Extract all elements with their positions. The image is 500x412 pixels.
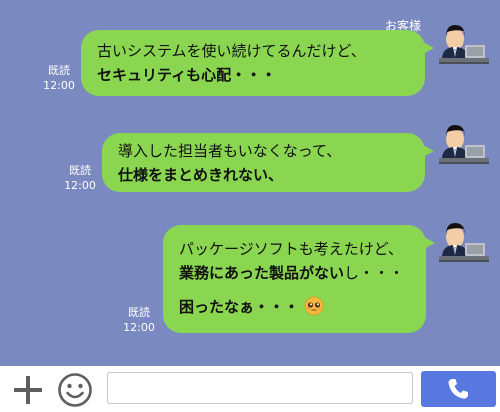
customer-avatar[interactable]: [437, 13, 491, 73]
read-label: 既読: [69, 164, 91, 177]
plus-icon[interactable]: [11, 373, 45, 407]
pleading-face-icon: [304, 296, 324, 316]
customer-avatar[interactable]: [437, 211, 491, 271]
message-text-bold: 業務にあった製品がない: [179, 264, 345, 282]
message-time: 12:00: [64, 179, 96, 192]
phone-icon: [448, 379, 468, 399]
message-text-bold: 仕様をまとめきれない、: [118, 166, 284, 184]
customer-avatar[interactable]: [437, 113, 491, 173]
message-bubble[interactable]: 古いシステムを使い続けてるんだけど、 セキュリティも心配・・・: [81, 30, 434, 96]
message-text: し・・・: [344, 264, 405, 282]
message-bubble[interactable]: 導入した担当者もいなくなって、 仕様をまとめきれない、: [102, 133, 434, 192]
message-input[interactable]: [107, 372, 413, 404]
message-bubble[interactable]: パッケージソフトも考えたけど、 業務にあった製品がないし・・・ 困ったなぁ・・・: [163, 225, 435, 333]
message-text: パッケージソフトも考えたけど、: [179, 240, 403, 258]
read-receipt: 既読 12:00: [61, 163, 99, 193]
read-receipt: 既読 12:00: [120, 305, 158, 335]
message-time: 12:00: [123, 321, 155, 334]
message-text-bold: 困ったなぁ・・・: [179, 298, 300, 316]
call-button[interactable]: [421, 371, 496, 407]
smiley-icon[interactable]: [57, 372, 93, 408]
read-label: 既読: [128, 306, 150, 319]
message-text: 古いシステムを使い続けてるんだけど、: [97, 42, 366, 60]
message-line: 業務にあった製品がないし・・・: [179, 261, 410, 285]
message-text-bold: セキュリティも心配・・・: [97, 66, 277, 84]
message-text: 導入した担当者もいなくなって、: [118, 142, 342, 160]
message-line: 困ったなぁ・・・: [179, 295, 410, 319]
message-time: 12:00: [43, 79, 75, 92]
input-bar: [0, 366, 500, 412]
chat-area: お客様 古いシステムを使い続けてるんだけど、 セキュリティも心配・・・ 既読 1…: [0, 0, 500, 366]
read-receipt: 既読 12:00: [40, 63, 78, 93]
read-label: 既読: [48, 64, 70, 77]
